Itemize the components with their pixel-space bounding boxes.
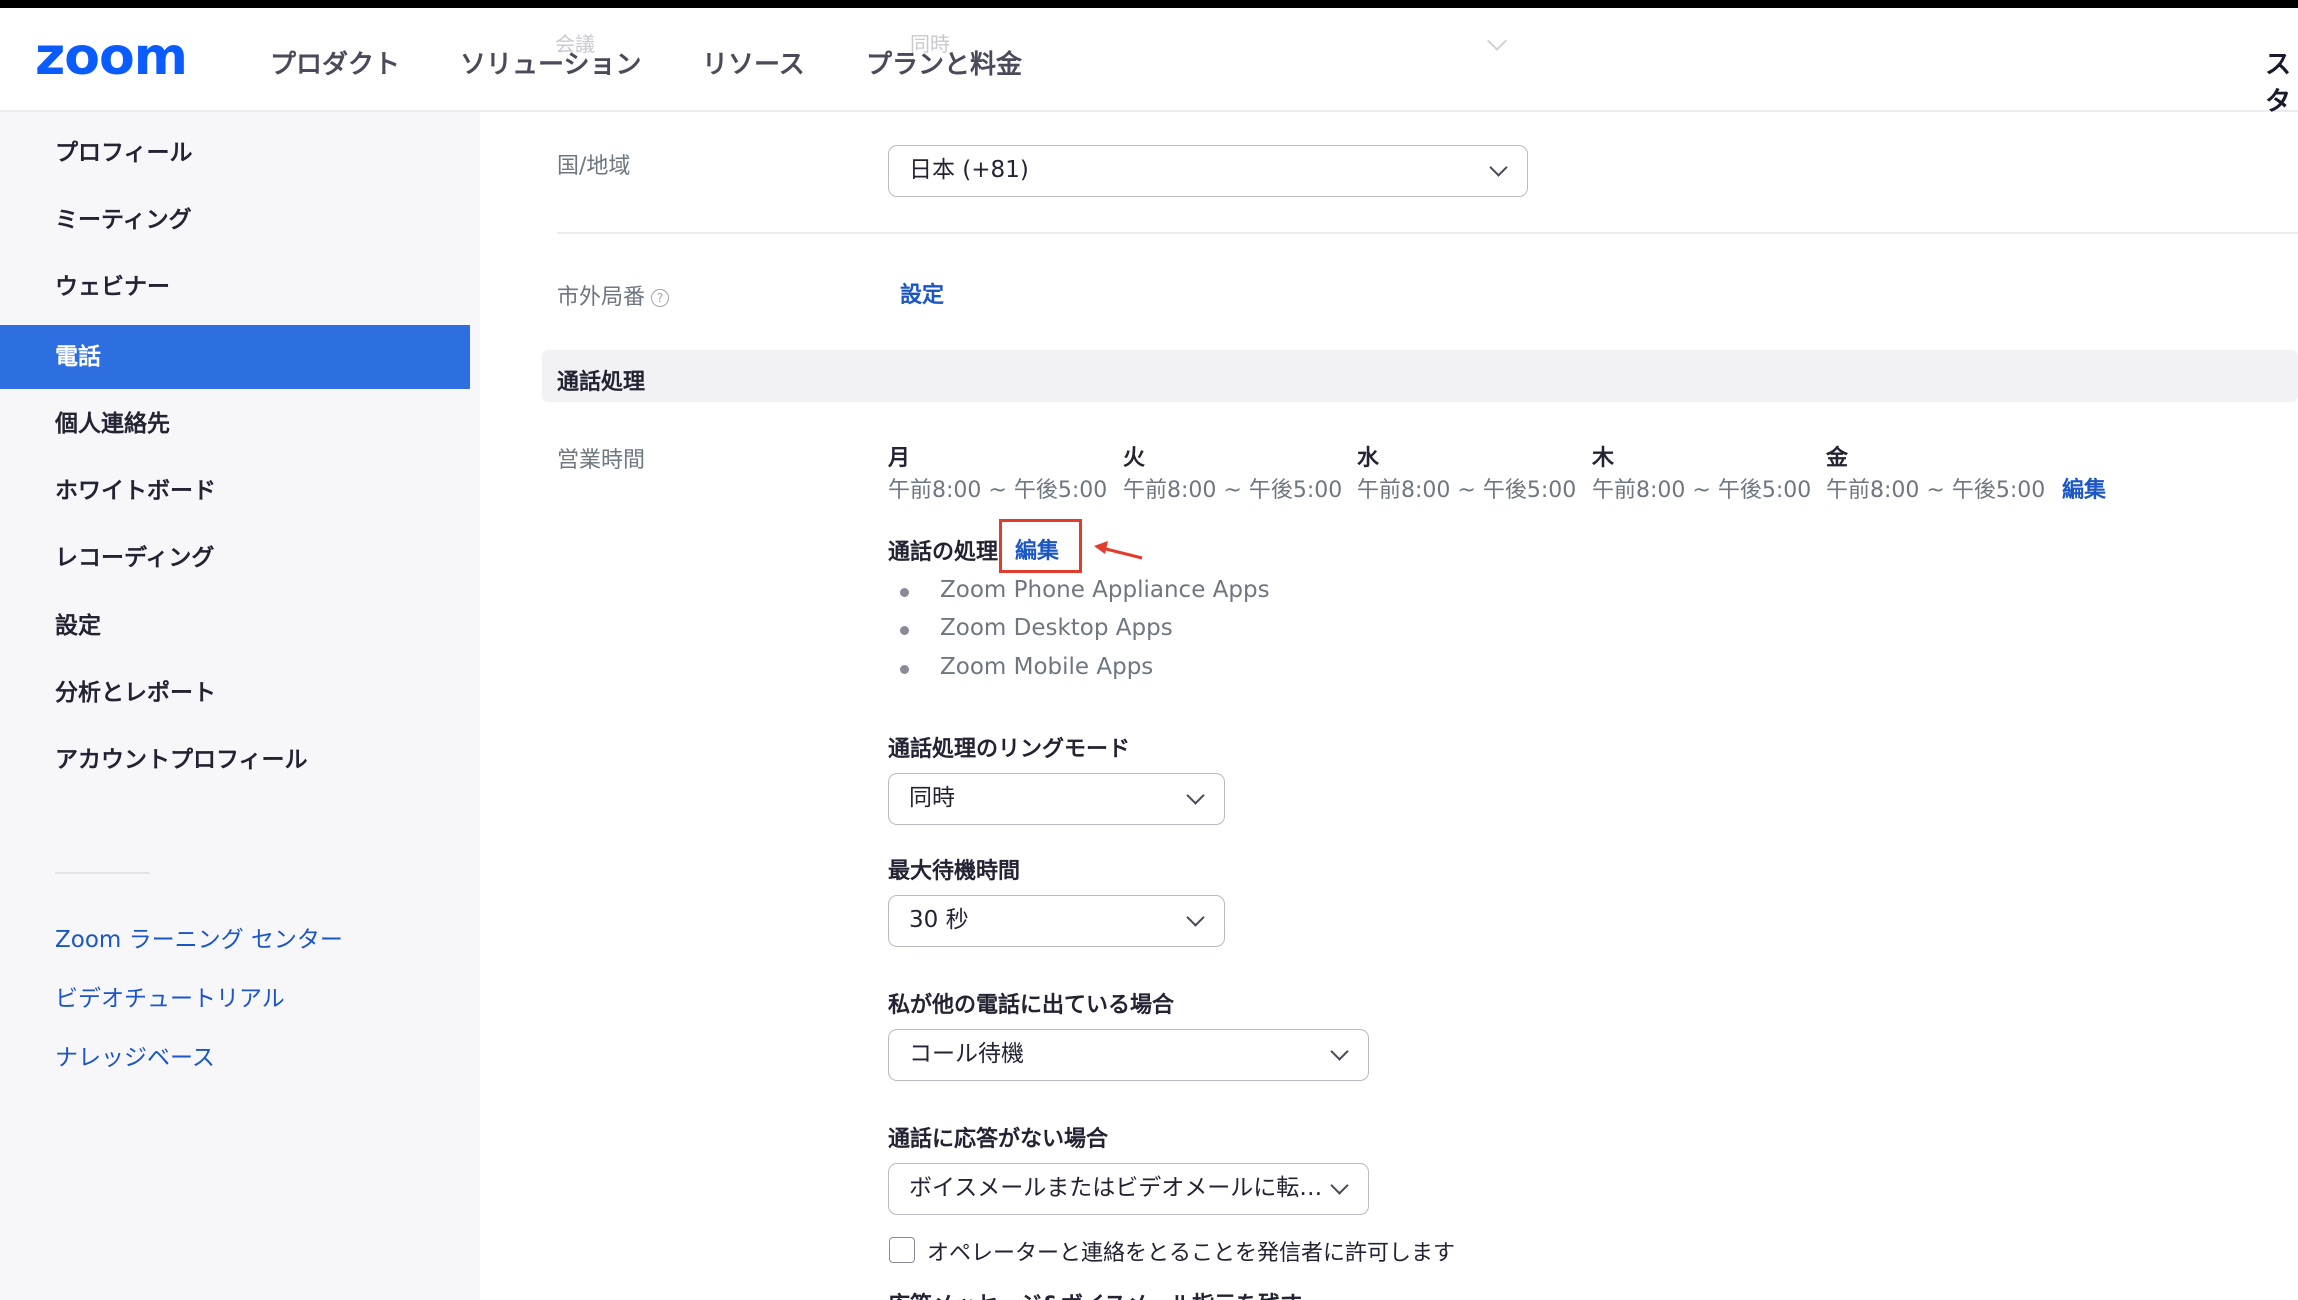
busy-select[interactable]: コール待機 xyxy=(888,1029,1369,1081)
sidebar-item-account-profile[interactable]: アカウントプロフィール xyxy=(0,728,470,792)
country-select-value: 日本 (+81) xyxy=(909,157,1029,183)
sidebar-item-meetings[interactable]: ミーティング xyxy=(0,188,470,252)
help-icon[interactable]: ? xyxy=(651,289,670,307)
hours-wednesday: 午前8:00 ~ 午後5:00 xyxy=(1357,478,1577,503)
area-code-label-text: 市外局番 xyxy=(557,285,646,310)
nav-products[interactable]: プロダクト xyxy=(270,44,400,81)
settings-sidebar: プロフィール ミーティング ウェビナー 電話 個人連絡先 ホワイトボード レコー… xyxy=(0,112,480,1300)
section-header-band xyxy=(542,350,2298,402)
max-wait-select[interactable]: 30 秒 xyxy=(888,895,1225,947)
bullet-icon xyxy=(900,665,909,674)
no-answer-value: ボイスメールまたはビデオメールに転… xyxy=(909,1175,1323,1201)
highlight-annotation-box xyxy=(999,519,1082,573)
sidebar-item-settings[interactable]: 設定 xyxy=(0,594,470,658)
sidebar-item-profile[interactable]: プロフィール xyxy=(0,121,470,185)
greeting-section-title: 応答メッセージ&ボイスメール指示を残す xyxy=(888,1287,1302,1300)
site-header: zoom 会議 同時 プロダクト ソリューション リソース プランと料金 スタ xyxy=(0,8,2298,117)
ring-mode-title: 通話処理のリングモード xyxy=(888,737,1131,762)
busy-title: 私が他の電話に出ている場合 xyxy=(888,993,1175,1018)
hours-monday: 午前8:00 ~ 午後5:00 xyxy=(888,478,1108,503)
no-answer-title: 通話に応答がない場合 xyxy=(888,1127,1109,1152)
chevron-down-icon xyxy=(1330,1042,1349,1061)
area-code-label: 市外局番? xyxy=(557,279,670,311)
top-edge-strip xyxy=(0,0,2298,8)
busy-value: コール待機 xyxy=(909,1041,1024,1067)
day-friday: 金 xyxy=(1826,446,1849,471)
day-tuesday: 火 xyxy=(1123,446,1146,471)
ring-mode-value: 同時 xyxy=(909,785,955,811)
area-code-settings-link[interactable]: 設定 xyxy=(900,277,944,309)
annotation-arrow-icon xyxy=(1094,541,1143,560)
call-handling-title: 通話の処理 xyxy=(888,540,999,565)
chevron-down-icon xyxy=(1330,1176,1349,1195)
nav-start-cut[interactable]: スタ xyxy=(2265,44,2298,118)
call-handling-section-title: 通話処理 xyxy=(557,370,646,395)
country-label: 国/地域 xyxy=(557,154,631,179)
operator-checkbox-label: オペレーターと連絡をとることを発信者に許可します xyxy=(927,1241,1456,1266)
nav-resources[interactable]: リソース xyxy=(702,44,805,81)
ring-mode-select[interactable]: 同時 xyxy=(888,773,1225,825)
business-hours-edit-link[interactable]: 編集 xyxy=(2062,472,2106,504)
bullet-icon xyxy=(900,588,909,597)
chevron-down-icon xyxy=(1186,786,1205,805)
app-list-item: Zoom Mobile Apps xyxy=(940,654,1154,680)
no-answer-select[interactable]: ボイスメールまたはビデオメールに転… xyxy=(888,1163,1369,1215)
nav-plans-pricing[interactable]: プランと料金 xyxy=(866,44,1022,81)
day-monday: 月 xyxy=(888,446,911,471)
sidebar-item-reports[interactable]: 分析とレポート xyxy=(0,661,470,725)
bullet-icon xyxy=(900,626,909,635)
country-select[interactable]: 日本 (+81) xyxy=(888,145,1528,197)
max-wait-value: 30 秒 xyxy=(909,907,969,933)
chevron-down-icon xyxy=(1186,908,1205,927)
ghost-chevron-icon xyxy=(1487,31,1507,51)
sidebar-item-webinars[interactable]: ウェビナー xyxy=(0,255,470,319)
hours-tuesday: 午前8:00 ~ 午後5:00 xyxy=(1123,478,1343,503)
sidebar-divider xyxy=(55,872,150,874)
sidebar-item-recordings[interactable]: レコーディング xyxy=(0,526,470,590)
app-list-item: Zoom Desktop Apps xyxy=(940,615,1173,641)
operator-checkbox[interactable] xyxy=(889,1237,915,1263)
hours-thursday: 午前8:00 ~ 午後5:00 xyxy=(1592,478,1812,503)
sidebar-link-video-tutorials[interactable]: ビデオチュートリアル xyxy=(55,979,285,1013)
sidebar-item-phone[interactable]: 電話 xyxy=(0,325,470,389)
chevron-down-icon xyxy=(1489,158,1508,177)
zoom-logo[interactable]: zoom xyxy=(35,27,188,87)
sidebar-link-knowledge-base[interactable]: ナレッジベース xyxy=(55,1038,215,1072)
nav-solutions[interactable]: ソリューション xyxy=(460,44,641,81)
max-wait-title: 最大待機時間 xyxy=(888,859,1021,884)
business-hours-label: 営業時間 xyxy=(557,448,646,473)
sidebar-item-personal-contacts[interactable]: 個人連絡先 xyxy=(0,392,470,456)
app-list-item: Zoom Phone Appliance Apps xyxy=(940,577,1270,603)
sidebar-link-learning-center[interactable]: Zoom ラーニング センター xyxy=(55,920,343,954)
sidebar-item-whiteboards[interactable]: ホワイトボード xyxy=(0,459,470,523)
phone-settings-panel: 国/地域 日本 (+81) 市外局番? 設定 通話処理 営業時間 月 午前8:0… xyxy=(480,112,2298,1300)
row-divider xyxy=(557,232,2298,234)
day-wednesday: 水 xyxy=(1357,446,1380,471)
hours-friday: 午前8:00 ~ 午後5:00 xyxy=(1826,478,2046,503)
day-thursday: 木 xyxy=(1592,446,1615,471)
